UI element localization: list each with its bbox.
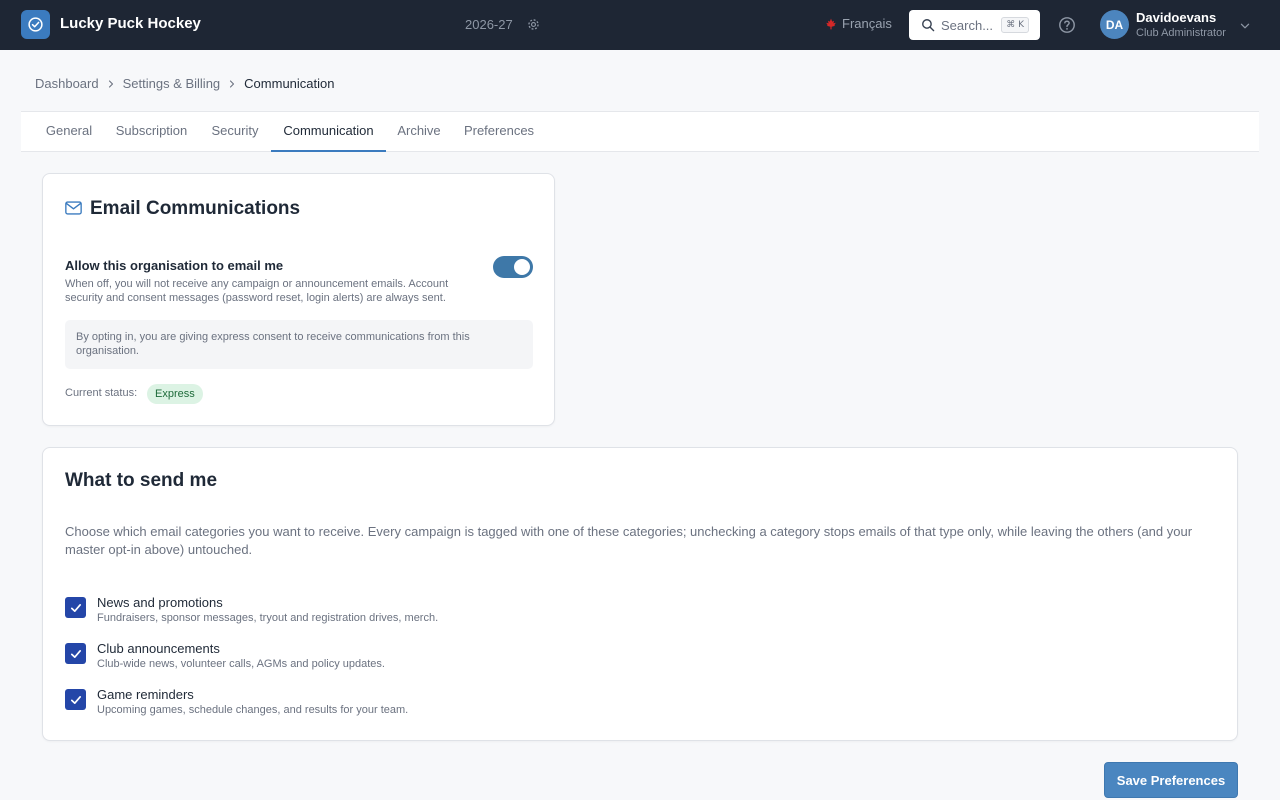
tab-communication[interactable]: Communication [271, 112, 386, 152]
tab-general[interactable]: General [35, 112, 103, 152]
tab-subscription[interactable]: Subscription [105, 112, 198, 152]
check-circle-icon [28, 17, 43, 32]
email-card-title: Email Communications [90, 198, 301, 219]
category-label: Club announcements [97, 641, 220, 656]
status-badge: Express [147, 384, 203, 404]
search-icon [922, 19, 935, 32]
season-label[interactable]: 2026-27 [465, 17, 513, 32]
mail-icon [65, 201, 82, 220]
app-title[interactable]: Lucky Puck Hockey [60, 15, 201, 32]
maple-leaf-icon [826, 18, 836, 29]
avatar[interactable]: DA [1100, 10, 1129, 39]
search-shortcut: ⌘ K [1001, 17, 1029, 33]
checkmark-icon [70, 695, 81, 704]
email-categories-card: What to send me Choose which email categ… [42, 447, 1238, 741]
chevron-right-icon [108, 79, 113, 88]
settings-tabs: General Subscription Security Communicat… [21, 111, 1259, 152]
help-icon[interactable] [1058, 16, 1076, 39]
user-name[interactable]: Davidoevans [1136, 10, 1216, 25]
game-reminders-checkbox[interactable] [65, 689, 86, 710]
category-description: Club-wide news, volunteer calls, AGMs an… [97, 658, 385, 670]
consent-note: By opting in, you are giving express con… [65, 320, 533, 369]
save-preferences-button[interactable]: Save Preferences [1104, 762, 1238, 798]
top-bar: Lucky Puck Hockey 2026-27 Français Searc… [0, 0, 1280, 50]
category-label: News and promotions [97, 595, 223, 610]
checkmark-icon [70, 649, 81, 658]
user-role: Club Administrator [1136, 27, 1226, 39]
tab-security[interactable]: Security [201, 112, 269, 152]
allow-email-toggle[interactable] [493, 256, 533, 278]
search-box[interactable]: Search... ⌘ K [909, 10, 1040, 40]
category-label: Game reminders [97, 687, 194, 702]
breadcrumb-current: Communication [244, 76, 335, 91]
tab-archive[interactable]: Archive [389, 112, 449, 152]
categories-description: Choose which email categories you want t… [65, 524, 1193, 557]
category-description: Upcoming games, schedule changes, and re… [97, 704, 409, 716]
language-switch[interactable]: Français [825, 16, 892, 31]
gear-icon[interactable] [527, 18, 540, 36]
language-label: Français [842, 16, 892, 31]
checkmark-icon [70, 603, 81, 612]
allow-email-label: Allow this organisation to email me [65, 258, 284, 273]
chevron-down-icon[interactable] [1239, 19, 1251, 37]
search-placeholder: Search... [941, 17, 994, 33]
email-communications-card: Email Communications Allow this organisa… [42, 173, 555, 426]
breadcrumb-settings-billing[interactable]: Settings & Billing [123, 76, 221, 91]
categories-card-title: What to send me [65, 470, 218, 491]
toggle-knob [514, 259, 530, 275]
status-label: Current status: [65, 387, 138, 399]
category-description: Fundraisers, sponsor messages, tryout an… [97, 612, 439, 624]
news-promotions-checkbox[interactable] [65, 597, 86, 618]
club-announcements-checkbox[interactable] [65, 643, 86, 664]
chevron-right-icon [230, 79, 235, 88]
app-logo[interactable] [21, 10, 50, 39]
allow-email-description: When off, you will not receive any campa… [65, 278, 449, 304]
breadcrumb-dashboard[interactable]: Dashboard [35, 76, 99, 91]
tab-preferences[interactable]: Preferences [453, 112, 545, 152]
breadcrumb: Dashboard Settings & Billing Communicati… [35, 76, 335, 91]
